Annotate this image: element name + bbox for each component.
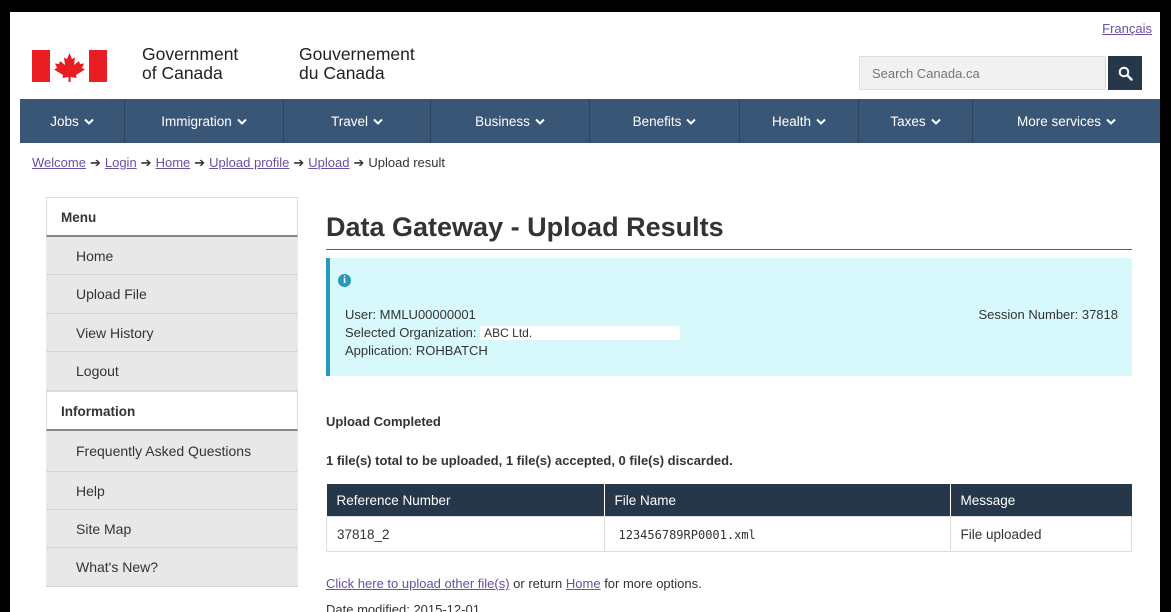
nav-benefits[interactable]: Benefits [590, 99, 740, 143]
nav-label: Health [771, 113, 812, 129]
gouvernement-du-canada-wordmark: Gouvernement du Canada [299, 45, 415, 83]
wordmark-en-line2: of Canada [142, 63, 223, 83]
info-icon: i [338, 274, 351, 287]
wordmark-fr-line2: du Canada [299, 63, 385, 83]
upload-other-files-link[interactable]: Click here to upload other file(s) [326, 576, 510, 591]
sidebar-menu-heading: Menu [46, 197, 298, 237]
nav-taxes[interactable]: Taxes [859, 99, 973, 143]
main-nav-bar: Jobs Immigration Travel Business Benefit… [20, 99, 1160, 143]
chevron-down-icon [930, 118, 941, 125]
application-value: ROHBATCH [415, 343, 488, 358]
session-value: 37818 [1081, 307, 1118, 322]
user-value: MMLU00000001 [379, 307, 476, 322]
organization-line: Selected Organization: ABC Ltd. [345, 325, 681, 340]
nav-label: Benefits [632, 113, 682, 129]
sidebar-item-faq[interactable]: Frequently Asked Questions [46, 430, 298, 472]
upload-summary: 1 file(s) total to be uploaded, 1 file(s… [326, 453, 733, 468]
user-line: User: MMLU00000001 [345, 307, 476, 322]
cell-file-name: 123456789RP0001.xml [603, 516, 951, 552]
sidebar-item-whats-new[interactable]: What's New? [46, 548, 298, 587]
chevron-down-icon [686, 118, 697, 125]
nav-immigration[interactable]: Immigration [125, 99, 284, 143]
wordmark-en-line1: Government [142, 44, 239, 64]
date-modified: Date modified: 2015-12-01 [326, 602, 480, 612]
breadcrumb-welcome[interactable]: Welcome [32, 155, 86, 170]
breadcrumb-home[interactable]: Home [156, 155, 191, 170]
chevron-down-icon [535, 118, 545, 125]
left-sidebar: Menu Home Upload File View History Logou… [46, 197, 298, 587]
arrow-right-icon: ➔ [293, 155, 305, 170]
session-number: Session Number: 37818 [979, 307, 1118, 322]
cell-message: File uploaded [949, 516, 1132, 552]
nav-business[interactable]: Business [431, 99, 590, 143]
page-title: Data Gateway - Upload Results [326, 212, 1132, 250]
main-content: Data Gateway - Upload Results i User: MM… [326, 212, 1132, 612]
organization-value: ABC Ltd. [480, 326, 681, 340]
column-header-message: Message [950, 484, 1132, 517]
chevron-down-icon [237, 118, 247, 125]
home-link[interactable]: Home [566, 576, 601, 591]
nav-health[interactable]: Health [740, 99, 859, 143]
nav-label: Business [475, 113, 530, 129]
sidebar-information-heading: Information [46, 390, 298, 431]
wordmark-fr-line1: Gouvernement [299, 44, 415, 64]
nav-label: Immigration [161, 113, 232, 129]
nav-label: More services [1016, 113, 1102, 129]
page: Français Government of Canada Gouverneme… [10, 12, 1160, 612]
arrow-right-icon: ➔ [194, 155, 206, 170]
search-input[interactable] [859, 56, 1106, 90]
user-label: User: [345, 307, 380, 322]
language-toggle-link[interactable]: Français [1102, 21, 1152, 36]
nav-travel[interactable]: Travel [284, 99, 431, 143]
sidebar-item-help[interactable]: Help [46, 471, 298, 510]
table-row: 37818_2 123456789RP0001.xml File uploade… [326, 516, 1132, 552]
search-icon [1118, 66, 1133, 81]
nav-label: Taxes [890, 113, 926, 129]
sidebar-item-site-map[interactable]: Site Map [46, 509, 298, 549]
application-label: Application: [345, 343, 416, 358]
arrow-right-icon: ➔ [140, 155, 152, 170]
chevron-down-icon [1106, 118, 1116, 125]
breadcrumb-login[interactable]: Login [105, 155, 137, 170]
canada-flag-icon [32, 50, 107, 82]
sidebar-item-view-history[interactable]: View History [46, 313, 298, 353]
arrow-right-icon: ➔ [353, 155, 365, 170]
nav-jobs[interactable]: Jobs [20, 99, 125, 143]
nav-label: Travel [330, 113, 368, 129]
table-header-row: Reference Number File Name Message [326, 484, 1132, 517]
cell-reference-number: 37818_2 [326, 516, 605, 552]
chevron-down-icon [373, 118, 383, 125]
or-return-text: or return [509, 576, 566, 591]
upload-results-table: Reference Number File Name Message 37818… [326, 484, 1132, 552]
upload-status: Upload Completed [326, 414, 441, 429]
column-header-reference: Reference Number [326, 484, 605, 517]
date-modified-label: Date modified: [326, 602, 414, 612]
nav-label: Jobs [50, 113, 79, 129]
search-button[interactable] [1108, 56, 1142, 90]
date-modified-value: 2015-12-01 [413, 602, 480, 612]
session-info-box: i User: MMLU00000001 Selected Organizati… [326, 258, 1132, 376]
next-actions: Click here to upload other file(s) or re… [326, 576, 702, 591]
breadcrumb-current: Upload result [368, 155, 446, 170]
chevron-down-icon [84, 118, 94, 125]
column-header-file-name: File Name [604, 484, 951, 517]
breadcrumb-upload-profile[interactable]: Upload profile [209, 155, 289, 170]
organization-label: Selected Organization: [345, 325, 481, 340]
government-of-canada-wordmark: Government of Canada [142, 45, 238, 83]
sidebar-item-upload-file[interactable]: Upload File [46, 275, 298, 314]
breadcrumb: Welcome ➔ Login ➔ Home ➔ Upload profile ➔ Upload… [32, 155, 445, 171]
sidebar-item-home[interactable]: Home [46, 237, 298, 276]
file-name-value: 123456789RP0001.xml [614, 527, 760, 542]
session-label: Session Number: [978, 307, 1082, 322]
arrow-right-icon: ➔ [89, 155, 101, 170]
more-options-text: for more options. [600, 576, 702, 591]
chevron-down-icon [816, 118, 826, 125]
sidebar-item-logout[interactable]: Logout [46, 352, 298, 391]
breadcrumb-upload[interactable]: Upload [308, 155, 349, 170]
nav-more-services[interactable]: More services [973, 99, 1160, 143]
application-line: Application: ROHBATCH [345, 343, 488, 358]
